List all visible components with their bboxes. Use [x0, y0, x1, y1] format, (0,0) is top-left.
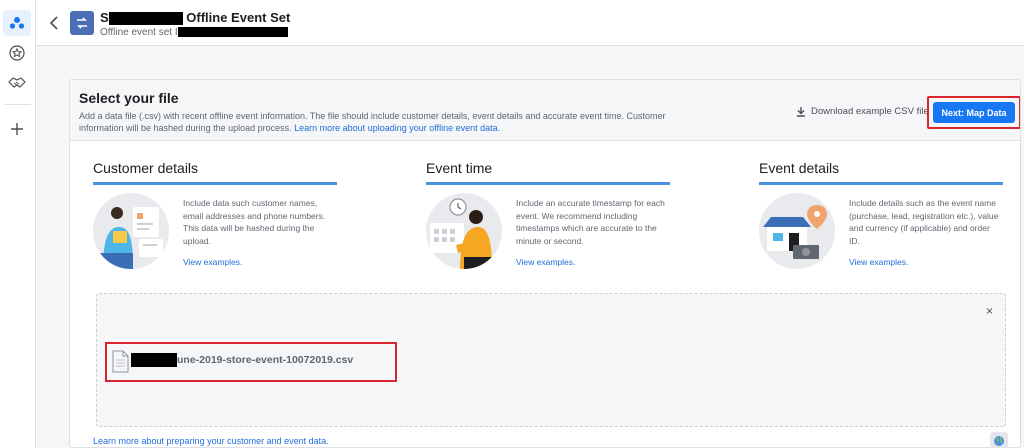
close-icon[interactable]: ×	[986, 304, 993, 318]
column-title: Event details	[759, 160, 1003, 185]
redacted-block	[131, 353, 177, 367]
column-description: Include an accurate timestamp for each e…	[516, 198, 665, 246]
learn-more-preparing-link[interactable]: Learn more about preparing your customer…	[93, 436, 329, 446]
customer-illustration	[93, 193, 169, 269]
column-title: Customer details	[93, 160, 337, 185]
title-suffix: Offline Event Set	[182, 10, 291, 25]
view-examples-link[interactable]: View examples.	[516, 257, 575, 267]
next-map-data-button[interactable]: Next: Map Data	[933, 102, 1015, 123]
event-details-column: Event details Include details such as th…	[759, 160, 1003, 269]
globe-icon[interactable]	[990, 432, 1008, 448]
rail-divider	[5, 104, 31, 105]
event-time-illustration	[426, 193, 502, 269]
view-examples-link[interactable]: View examples.	[183, 257, 242, 267]
column-title: Event time	[426, 160, 670, 185]
column-description: Include details such as the event name (…	[849, 198, 999, 246]
event-set-icon	[70, 11, 94, 35]
plus-icon[interactable]	[3, 116, 31, 142]
selected-file: une-2019-store-event-10072019.csv	[105, 342, 397, 382]
left-nav-rail	[0, 0, 36, 448]
event-time-column: Event time Include an accurate timestamp…	[426, 160, 670, 269]
learn-more-upload-link[interactable]: Learn more about uploading your offline …	[294, 123, 500, 133]
subtitle-text: Offline event set I	[100, 27, 178, 38]
download-example-link[interactable]: Download example CSV file	[796, 106, 929, 117]
view-examples-link[interactable]: View examples.	[849, 257, 908, 267]
handshake-icon[interactable]	[3, 70, 31, 96]
redacted-block	[108, 12, 183, 26]
card-description: Add a data file (.csv) with recent offli…	[79, 110, 669, 134]
customer-details-column: Customer details Include data such custo…	[93, 160, 337, 269]
download-link-label: Download example CSV file	[811, 106, 929, 117]
file-icon	[112, 350, 129, 373]
card-title: Select your file	[79, 90, 179, 106]
event-details-illustration	[759, 193, 835, 269]
back-chevron-icon[interactable]	[46, 12, 62, 34]
title-prefix: S	[100, 10, 109, 25]
redacted-block	[177, 27, 288, 38]
column-description: Include data such customer names, email …	[183, 198, 326, 246]
select-file-card: Select your file Add a data file (.csv) …	[69, 79, 1021, 448]
file-drop-zone[interactable]: × une-2019-store-event-10072019.csv	[96, 293, 1006, 427]
file-name: une-2019-store-event-10072019.csv	[177, 354, 354, 366]
audiences-icon[interactable]	[3, 10, 31, 36]
page-title: S Offline Event Set	[100, 10, 291, 26]
page-subtitle: Offline event set I	[100, 27, 288, 38]
next-button-highlight: Next: Map Data	[927, 96, 1020, 129]
page-header: S Offline Event Set Offline event set I	[36, 0, 1024, 46]
download-icon	[797, 107, 805, 117]
card-header: Select your file Add a data file (.csv) …	[70, 80, 1020, 141]
star-icon[interactable]	[3, 40, 31, 66]
